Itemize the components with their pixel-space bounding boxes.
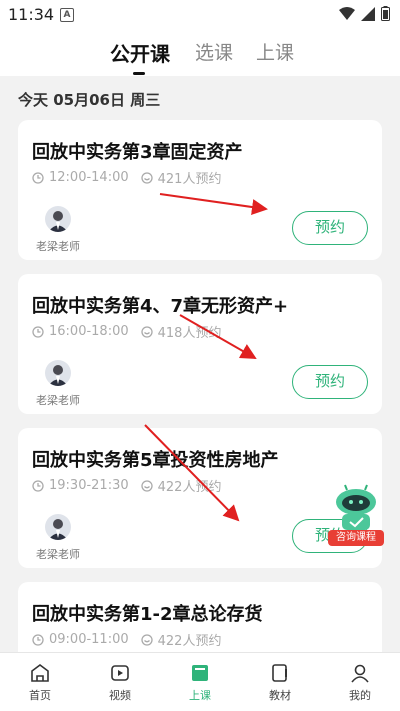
teacher-name: 老梁老师 — [36, 240, 80, 253]
course-meta: 12:00-14:00 421人预约 — [32, 168, 221, 187]
signal-icon — [361, 6, 375, 21]
profile-icon — [351, 664, 369, 683]
course-card[interactable]: 回放中实务第4、7章无形资产+ 16:00-18:00 418人预约 老梁老师 … — [18, 274, 382, 414]
tab-open-class[interactable]: 公开课 — [110, 38, 170, 67]
status-indicators — [339, 6, 390, 21]
course-title: 回放中实务第3章固定资产 — [32, 142, 243, 163]
clock-icon — [32, 171, 44, 184]
home-icon — [31, 664, 49, 682]
book-button[interactable]: 预约 — [292, 365, 368, 399]
bottom-nav: 首页 视频 上课 教材 我的 — [0, 652, 400, 711]
nav-textbook[interactable]: 教材 — [240, 653, 320, 711]
nav-home-label: 首页 — [29, 689, 51, 702]
teacher-name: 老梁老师 — [36, 548, 80, 561]
book-button[interactable]: 预约 — [292, 211, 368, 245]
clock-icon — [32, 479, 44, 492]
tab-select-course[interactable]: 选课 — [195, 38, 233, 65]
status-time: 11:34 — [8, 5, 55, 24]
nav-home[interactable]: 首页 — [0, 653, 80, 711]
booking-icon — [140, 479, 153, 492]
consult-course-label: 咨询课程 — [328, 530, 384, 546]
course-meta: 16:00-18:00 418人预约 — [32, 322, 221, 341]
course-card[interactable]: 回放中实务第3章固定资产 12:00-14:00 421人预约 老梁老师 预约 — [18, 120, 382, 260]
top-tab-bar: 公开课 选课 上课 — [0, 30, 400, 76]
nav-textbook-label: 教材 — [269, 689, 291, 702]
teacher-avatar — [45, 360, 71, 386]
teacher-name: 老梁老师 — [36, 394, 80, 407]
battery-icon — [381, 6, 390, 21]
wifi-icon — [339, 6, 355, 20]
teacher-avatar — [45, 514, 71, 540]
status-bar: 11:34 A — [0, 0, 400, 30]
booking-count: 422人预约 — [157, 634, 222, 649]
course-meta: 19:30-21:30 422人预约 — [32, 476, 221, 495]
booking-count: 421人预约 — [157, 172, 222, 187]
course-meta: 09:00-11:00 422人预约 — [32, 630, 221, 649]
booking-icon — [140, 171, 153, 184]
video-icon — [111, 665, 129, 681]
course-time: 16:00-18:00 — [49, 324, 129, 339]
course-title: 回放中实务第4、7章无形资产+ — [32, 296, 289, 317]
nav-video-label: 视频 — [109, 689, 131, 702]
date-header: 今天 05月06日 周三 — [18, 91, 161, 109]
nav-class[interactable]: 上课 — [160, 653, 240, 711]
clock-icon — [32, 633, 44, 646]
nav-class-label: 上课 — [189, 689, 211, 702]
booking-count: 418人预约 — [157, 326, 222, 341]
course-time: 09:00-11:00 — [49, 632, 129, 647]
course-title: 回放中实务第5章投资性房地产 — [32, 450, 279, 471]
clock-icon — [32, 325, 44, 338]
notification-a-icon: A — [60, 8, 74, 22]
class-icon — [192, 665, 208, 681]
booking-icon — [140, 325, 153, 338]
nav-video[interactable]: 视频 — [80, 653, 160, 711]
tab-attend-class[interactable]: 上课 — [256, 38, 294, 65]
book-icon — [272, 664, 287, 682]
teacher-avatar — [45, 206, 71, 232]
course-time: 12:00-14:00 — [49, 170, 129, 185]
consult-course-widget[interactable]: 咨询课程 — [328, 484, 384, 548]
booking-icon — [140, 633, 153, 646]
nav-profile[interactable]: 我的 — [320, 653, 400, 711]
course-title: 回放中实务第1-2章总论存货 — [32, 604, 263, 625]
course-card[interactable]: 回放中实务第1-2章总论存货 09:00-11:00 422人预约 — [18, 582, 382, 662]
nav-profile-label: 我的 — [349, 689, 371, 702]
active-tab-indicator — [133, 72, 145, 75]
course-time: 19:30-21:30 — [49, 478, 129, 493]
booking-count: 422人预约 — [157, 480, 222, 495]
robot-mascot-icon — [336, 484, 376, 530]
